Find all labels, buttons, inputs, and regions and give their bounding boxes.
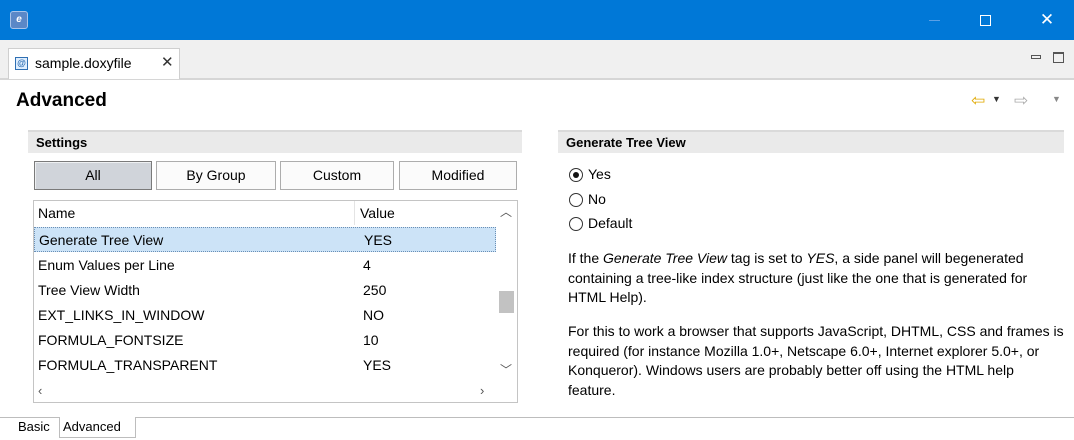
- page-tab-advanced[interactable]: Advanced: [59, 417, 136, 438]
- cell-name: EXT_LINKS_IN_WINDOW: [38, 307, 205, 323]
- desc1-text-2: tag is set to: [727, 250, 807, 266]
- cell-name: FORMULA_TRANSPARENT: [38, 357, 218, 373]
- filter-by-group-button[interactable]: By Group: [156, 161, 276, 190]
- desc1-emphasis-value: YES: [806, 250, 835, 266]
- filter-all-button[interactable]: All: [34, 161, 152, 190]
- cell-name: FORMULA_FONTSIZE: [38, 332, 184, 348]
- cell-value: 250: [363, 282, 387, 298]
- scroll-down-icon[interactable]: ﹀: [500, 361, 512, 378]
- cell-value: NO: [363, 307, 384, 323]
- scroll-left-icon[interactable]: ‹: [38, 383, 42, 398]
- cell-name: Generate Tree View: [39, 232, 164, 248]
- desc1-emphasis-tag: Generate Tree View: [603, 250, 728, 266]
- page-tab-basic[interactable]: Basic: [15, 417, 59, 438]
- minimize-window-button[interactable]: [912, 0, 958, 40]
- scroll-up-icon[interactable]: ︿: [500, 203, 512, 220]
- title-bar: e ✕: [0, 0, 1074, 40]
- radio-default-indicator[interactable]: [569, 217, 583, 231]
- radio-default-label[interactable]: Default: [588, 215, 632, 231]
- table-row[interactable]: FORMULA_TRANSPARENT YES: [34, 353, 496, 378]
- table-row[interactable]: EXT_LINKS_IN_WINDOW NO: [34, 303, 496, 328]
- page-tabs-divider: [0, 417, 1074, 418]
- column-divider[interactable]: [354, 201, 355, 225]
- table-row[interactable]: Enum Values per Line 4: [34, 253, 496, 278]
- desc1-text-1: If the: [568, 250, 604, 266]
- forward-arrow-icon[interactable]: ⇨: [1014, 91, 1028, 111]
- column-header-value[interactable]: Value: [360, 205, 395, 221]
- filter-custom-button[interactable]: Custom: [280, 161, 394, 190]
- radio-yes-indicator[interactable]: [569, 168, 583, 182]
- settings-section-header: Settings: [28, 130, 522, 153]
- cell-value: YES: [363, 357, 392, 373]
- maximize-icon: [980, 15, 991, 26]
- close-icon[interactable]: ✕: [161, 53, 174, 71]
- cell-value: 10: [363, 332, 379, 348]
- settings-table[interactable]: Name Value Generate Tree View YES Enum V…: [33, 200, 518, 403]
- minimize-icon: [929, 20, 940, 21]
- radio-no-label[interactable]: No: [588, 191, 606, 207]
- radio-no-indicator[interactable]: [569, 193, 583, 207]
- detail-section-header: Generate Tree View: [558, 130, 1064, 153]
- description-paragraph-1: If the Generate Tree View tag is set to …: [568, 249, 1064, 308]
- editor-tab-label: sample.doxyfile: [35, 55, 132, 71]
- table-row[interactable]: FORMULA_FONTSIZE 10: [34, 328, 496, 353]
- table-row[interactable]: Tree View Width 250: [34, 278, 496, 303]
- app-icon: e: [10, 11, 28, 29]
- horizontal-scrollbar[interactable]: ‹ ›: [34, 381, 496, 402]
- scroll-right-icon[interactable]: ›: [480, 383, 484, 398]
- view-maximize-button[interactable]: [1053, 52, 1064, 63]
- view-minimize-button[interactable]: [1031, 55, 1041, 59]
- file-icon: @: [15, 57, 28, 70]
- chevron-down-icon[interactable]: ▼: [992, 94, 1001, 104]
- column-header-name[interactable]: Name: [38, 205, 75, 221]
- cell-name: Enum Values per Line: [38, 257, 175, 273]
- filter-modified-button[interactable]: Modified: [399, 161, 517, 190]
- cell-value: YES: [364, 232, 393, 248]
- page-title: Advanced: [16, 90, 107, 111]
- table-row[interactable]: Generate Tree View YES: [34, 227, 496, 252]
- editor-tab-sample-doxyfile[interactable]: @ sample.doxyfile ✕: [8, 48, 180, 79]
- description-paragraph-2: For this to work a browser that supports…: [568, 323, 1064, 398]
- vertical-scrollbar[interactable]: ︿ ﹀: [496, 201, 517, 381]
- close-window-button[interactable]: ✕: [1024, 0, 1070, 40]
- back-arrow-icon[interactable]: ⇦: [971, 91, 985, 111]
- detail-header-label: Generate Tree View: [566, 135, 686, 150]
- scrollbar-thumb[interactable]: [499, 291, 514, 313]
- chevron-down-icon[interactable]: ▼: [1052, 94, 1061, 104]
- cell-value: 4: [363, 257, 371, 273]
- maximize-window-button[interactable]: [962, 0, 1008, 40]
- cell-name: Tree View Width: [38, 282, 140, 298]
- settings-header-label: Settings: [36, 135, 88, 150]
- radio-yes-label[interactable]: Yes: [588, 166, 611, 182]
